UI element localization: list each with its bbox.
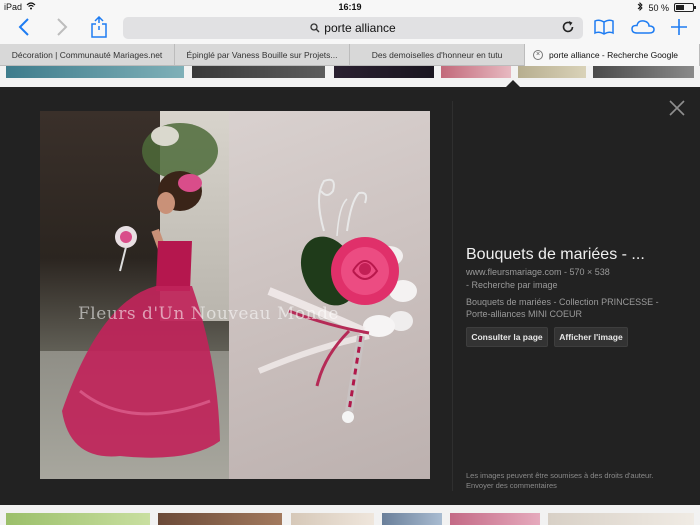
plus-icon <box>670 18 688 41</box>
result-thumbnail[interactable] <box>291 513 374 525</box>
browser-toolbar: porte alliance <box>0 14 700 44</box>
view-image-button[interactable]: Afficher l'image <box>554 327 628 347</box>
send-feedback-link[interactable]: Envoyer des commentaires <box>466 481 557 490</box>
result-thumbnail[interactable] <box>158 513 282 525</box>
status-right: 50 % <box>637 1 696 13</box>
result-description: Bouquets de mariées - Collection PRINCES… <box>466 297 659 319</box>
preview-image[interactable]: Fleurs d'Un Nouveau Monde <box>40 111 430 479</box>
status-bar: iPad 16:19 50 % <box>0 0 700 14</box>
tab-epingle[interactable]: Épinglé par Vaness Bouille sur Projets..… <box>175 44 350 66</box>
results-strip-top <box>0 66 700 78</box>
battery-fill <box>676 5 684 10</box>
battery-percent: 50 % <box>648 2 669 13</box>
search-by-image-link[interactable]: - Recherche par image <box>466 280 558 290</box>
photo-bouquet-panel <box>229 111 430 479</box>
panel-divider <box>452 101 453 491</box>
selection-caret <box>506 80 520 87</box>
result-thumbnail[interactable] <box>518 66 586 78</box>
result-title[interactable]: Bouquets de mariées - ... <box>466 246 645 264</box>
search-icon <box>310 22 320 36</box>
result-thumbnail[interactable] <box>548 513 694 525</box>
back-button[interactable] <box>12 17 36 41</box>
result-thumbnail[interactable] <box>450 513 540 525</box>
tab-demoiselles[interactable]: Des demoiselles d'honneur en tutu <box>350 44 525 66</box>
close-icon[interactable] <box>668 99 686 117</box>
visit-page-button[interactable]: Consulter la page <box>466 327 548 347</box>
battery-icon <box>674 3 696 12</box>
copyright-notice: Les images peuvent être soumises à des d… <box>466 471 654 480</box>
girl-illustration <box>62 123 220 458</box>
cloud-icon <box>631 19 655 40</box>
address-field[interactable]: porte alliance <box>123 21 583 36</box>
tab-decoration[interactable]: Décoration | Communauté Mariages.net <box>0 44 175 66</box>
photo-girl-panel <box>40 111 229 479</box>
image-watermark: Fleurs d'Un Nouveau Monde <box>78 304 339 324</box>
result-thumbnail[interactable] <box>6 513 150 525</box>
results-strip-bottom <box>0 505 700 525</box>
address-text: porte alliance <box>324 21 396 35</box>
result-thumbnail[interactable] <box>593 66 694 78</box>
tab-label: Décoration | Communauté Mariages.net <box>11 50 163 60</box>
bouquet-illustration <box>257 178 417 423</box>
reload-icon[interactable] <box>561 20 575 39</box>
result-thumbnail[interactable] <box>334 66 434 78</box>
tab-porte-alliance[interactable]: × porte alliance - Recherche Google <box>525 44 700 66</box>
close-tab-icon[interactable]: × <box>533 50 543 60</box>
bookmarks-button[interactable] <box>592 17 616 41</box>
status-time: 16:19 <box>338 2 362 12</box>
tab-label: Des demoiselles d'honneur en tutu <box>371 50 503 60</box>
image-preview-panel: Fleurs d'Un Nouveau Monde Bouquets de ma… <box>0 87 700 505</box>
share-icon <box>90 15 108 43</box>
book-icon <box>594 18 614 40</box>
result-thumbnail[interactable] <box>6 66 184 78</box>
tab-label: Épinglé par Vaness Bouille sur Projets..… <box>186 50 338 60</box>
tab-label: porte alliance - Recherche Google <box>549 50 678 60</box>
share-button[interactable] <box>87 15 111 43</box>
forward-button[interactable] <box>50 17 74 41</box>
chevron-right-icon <box>56 17 68 41</box>
icloud-tabs-button[interactable] <box>631 17 655 41</box>
bluetooth-icon <box>637 1 644 13</box>
tab-bar: Décoration | Communauté Mariages.net Épi… <box>0 44 700 66</box>
result-thumbnail[interactable] <box>441 66 511 78</box>
result-thumbnail[interactable] <box>192 66 325 78</box>
result-site: www.fleursmariage.com - 570 × 538 <box>466 267 610 277</box>
result-thumbnail[interactable] <box>382 513 442 525</box>
chevron-left-icon <box>18 17 30 41</box>
address-bar[interactable]: porte alliance <box>123 17 583 39</box>
new-tab-button[interactable] <box>667 17 691 41</box>
